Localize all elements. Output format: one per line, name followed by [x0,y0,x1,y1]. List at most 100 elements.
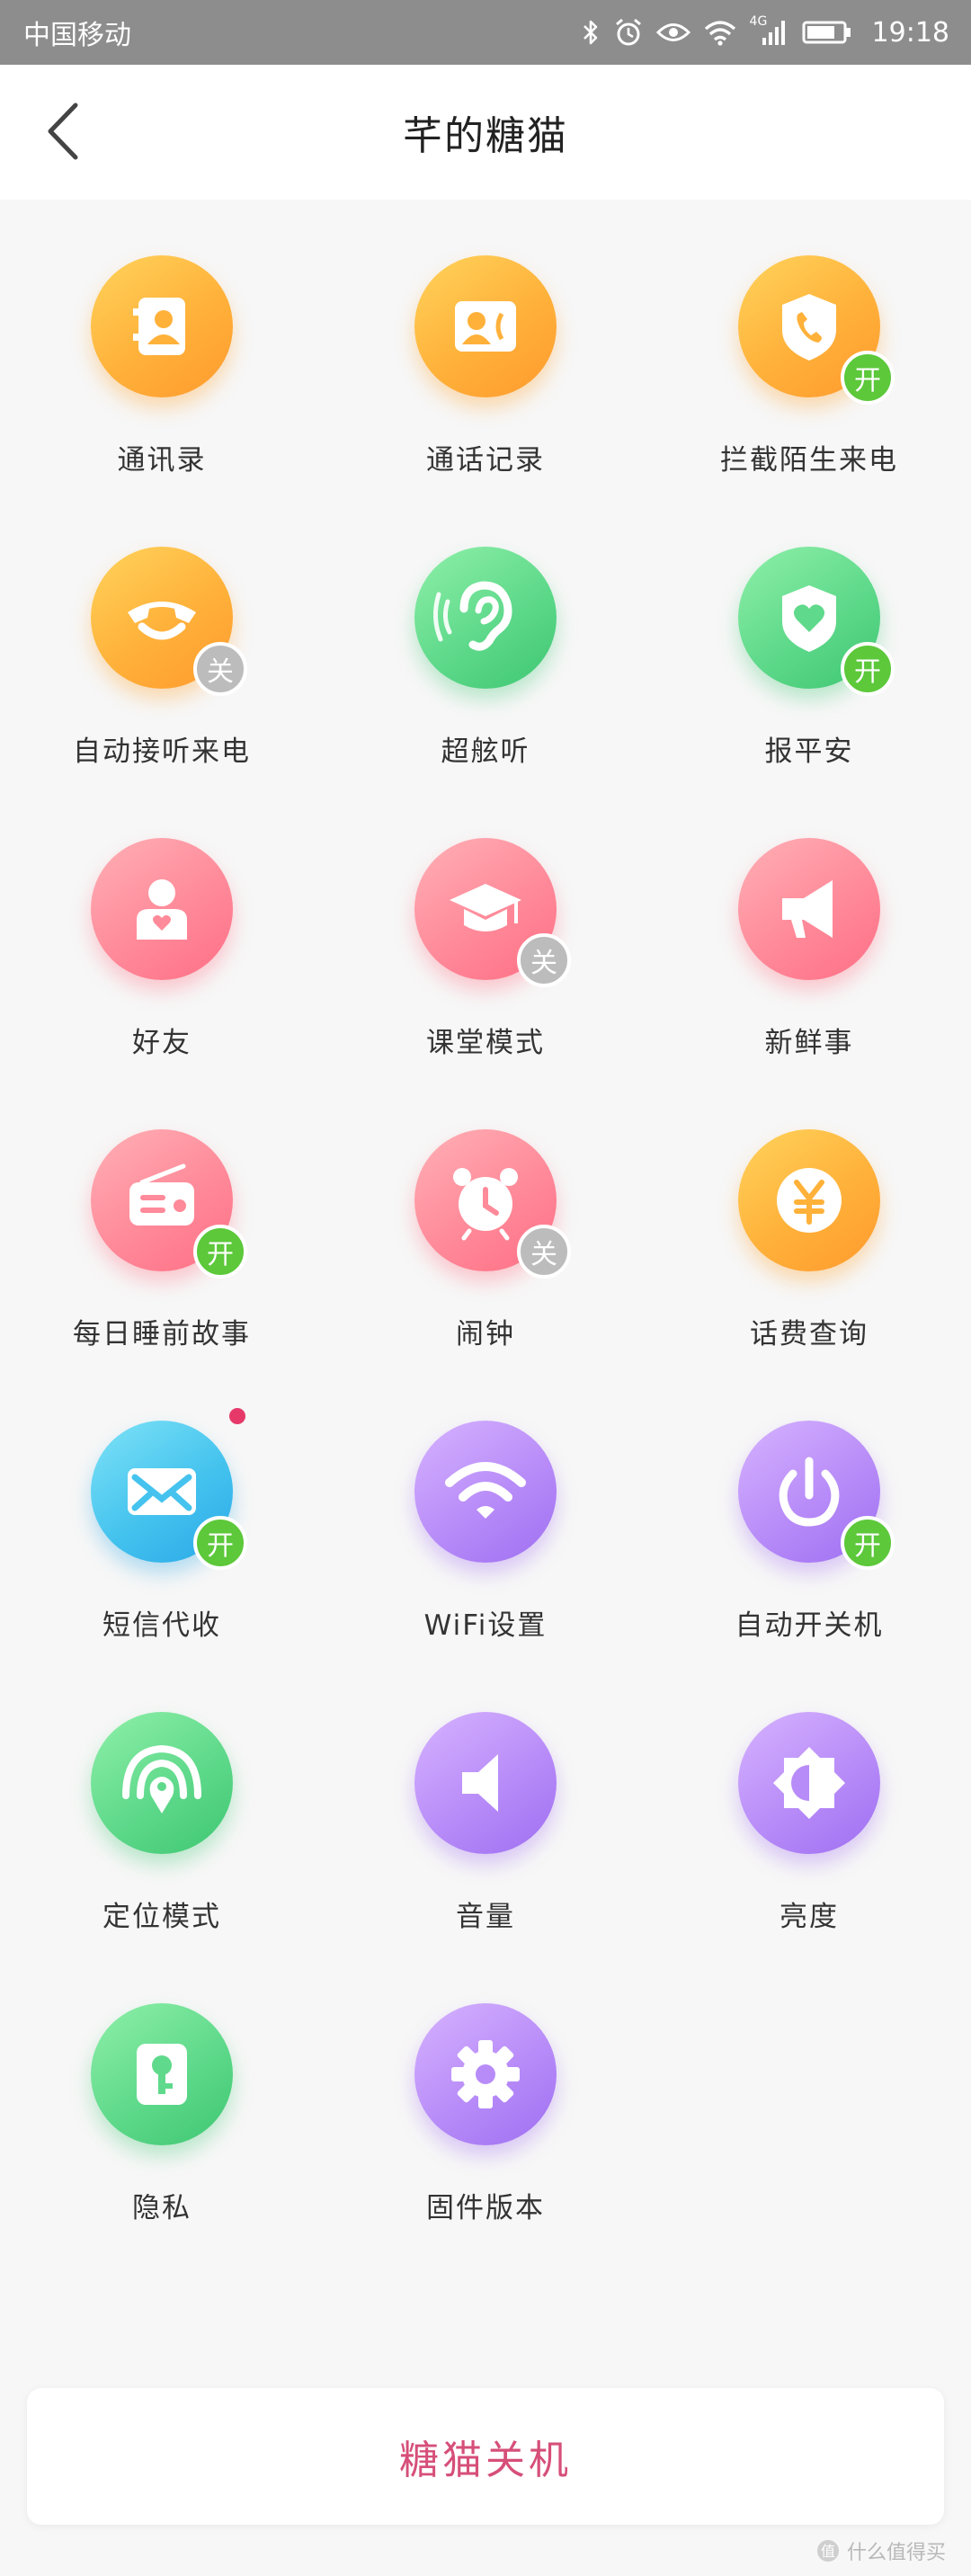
feature-tile[interactable]: 超舷听 [324,491,647,782]
notification-dot [229,1408,245,1424]
feature-label: WiFi设置 [423,1609,548,1642]
yen-coin-icon [738,1129,880,1271]
feature-icon-wrap [414,255,557,397]
shutdown-button[interactable]: 糖猫关机 [27,2388,944,2525]
carrier-name: 中国移动 [23,20,131,51]
feature-tile[interactable]: 关课堂模式 [324,782,647,1074]
bluetooth-icon [583,20,597,45]
back-button[interactable] [36,99,90,164]
feature-icon-wrap: 开 [738,547,895,696]
page-title: 芊的糖猫 [403,113,568,159]
feature-label: 新鲜事 [764,1027,854,1059]
feature-label: 定位模式 [102,1901,221,1933]
feature-icon-wrap [738,1712,880,1854]
feature-icon-wrap: 关 [91,547,247,696]
feature-tile[interactable]: 隐私 [0,1948,324,2239]
feature-label: 固件版本 [426,2192,545,2224]
feature-icon-wrap: 开 [738,1421,895,1570]
feature-label: 通话记录 [426,444,545,477]
feature-icon-wrap [414,547,557,689]
call-log-icon [414,255,557,397]
location-pin-icon [91,1712,233,1854]
feature-tile[interactable]: 通讯录 [0,200,324,491]
clock-time: 19:18 [871,16,949,49]
feature-tile[interactable]: 亮度 [647,1656,971,1948]
status-badge-on: 开 [841,642,895,696]
gear-icon [414,2003,557,2145]
eye-comfort-icon [655,23,690,41]
status-badge-on: 开 [193,1225,247,1279]
watermark-logo-icon: 值 [816,2540,839,2562]
feature-icon-wrap [414,2003,557,2145]
feature-label: 课堂模式 [426,1027,545,1059]
feature-label: 短信代收 [102,1609,221,1642]
feature-tile[interactable]: 定位模式 [0,1656,324,1948]
feature-tile[interactable]: 新鲜事 [647,782,971,1074]
status-bar: 中国移动 4G 19:18 [0,0,971,65]
feature-label: 好友 [132,1027,192,1059]
feature-label: 音量 [456,1901,515,1933]
wifi-status-icon [704,21,735,46]
feature-tile[interactable]: 关自动接听来电 [0,491,324,782]
feature-tile[interactable]: 关闹钟 [324,1074,647,1365]
feature-icon-wrap [91,1712,233,1854]
feature-icon-wrap [91,2003,233,2145]
feature-tile[interactable]: 通话记录 [324,200,647,491]
feature-tile[interactable]: WiFi设置 [324,1365,647,1656]
battery-icon [802,21,851,44]
svg-text:值: 值 [821,2543,835,2560]
cell-signal-icon: 4G [750,14,789,47]
speaker-icon [414,1712,557,1854]
status-badge-off: 关 [517,933,571,987]
feature-tile[interactable]: 开自动开关机 [647,1365,971,1656]
brightness-icon [738,1712,880,1854]
feature-icon-wrap: 开 [738,255,895,405]
feature-icon-wrap [414,1421,557,1563]
watermark-text: 什么值得买 [846,2542,946,2564]
page-header: 芊的糖猫 [0,65,971,200]
feature-label: 超舷听 [441,735,530,768]
feature-tile[interactable]: 音量 [324,1656,647,1948]
watermark: 值 什么值得买 [816,2536,946,2565]
feature-tile[interactable]: 开短信代收 [0,1365,324,1656]
feature-label: 通讯录 [117,444,207,477]
status-badge-on: 开 [841,1516,895,1570]
feature-label: 话费查询 [750,1318,869,1350]
friend-person-icon [91,838,233,980]
feature-tile[interactable]: 开每日睡前故事 [0,1074,324,1365]
feature-icon-wrap: 关 [414,838,571,987]
feature-icon-wrap [91,838,233,980]
wifi-icon [414,1421,557,1563]
shutdown-label: 糖猫关机 [399,2438,572,2483]
contacts-icon [91,255,233,397]
feature-label: 拦截陌生来电 [720,444,898,477]
status-badge-off: 关 [193,642,247,696]
feature-label: 亮度 [779,1901,839,1933]
feature-label: 自动接听来电 [73,735,251,768]
feature-label: 隐私 [132,2192,192,2224]
feature-tile[interactable]: 开报平安 [647,491,971,782]
feature-label: 自动开关机 [735,1609,884,1642]
privacy-key-icon [91,2003,233,2145]
status-badge-off: 关 [517,1225,571,1279]
feature-icon-wrap [738,1129,880,1271]
feature-tile[interactable]: 好友 [0,782,324,1074]
feature-label: 闹钟 [456,1318,515,1350]
feature-icon-wrap: 关 [414,1129,571,1279]
feature-icon-wrap: 开 [91,1408,247,1570]
feature-tile[interactable]: 固件版本 [324,1948,647,2239]
megaphone-icon [738,838,880,980]
feature-label: 报平安 [764,735,854,768]
feature-icon-wrap: 开 [91,1129,247,1279]
feature-icon-wrap [738,838,880,980]
status-badge-on: 开 [841,351,895,405]
chevron-left-icon [48,103,78,160]
status-badge-on: 开 [193,1516,247,1570]
ear-listen-icon [414,547,557,689]
feature-tile[interactable]: 话费查询 [647,1074,971,1365]
feature-icon-wrap [414,1712,557,1854]
alarm-status-icon [615,18,641,46]
feature-icon-wrap [91,255,233,397]
feature-tile[interactable]: 开拦截陌生来电 [647,200,971,491]
feature-label: 每日睡前故事 [73,1318,251,1350]
